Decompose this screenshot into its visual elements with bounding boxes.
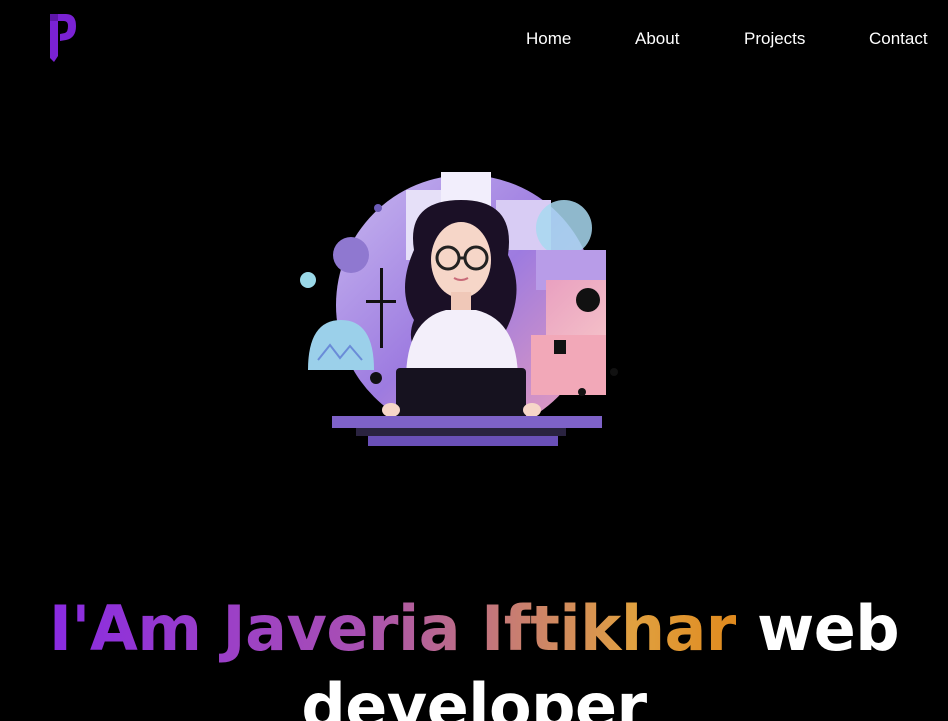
main-nav: Home About Projects Contact [0,28,948,52]
woman-with-laptop-illustration-icon [300,172,618,446]
nav-link-contact[interactable]: Contact [869,28,928,50]
nav-link-about[interactable]: About [635,28,679,50]
hero-headline: I'Am Javeria Iftikhar web developer [0,590,948,721]
nav-link-projects[interactable]: Projects [744,28,805,50]
nav-link-home[interactable]: Home [526,28,571,50]
portfolio-page: Home About Projects Contact I'Am Javeria… [0,0,948,721]
hero-name: I'Am Javeria Iftikhar [48,591,737,665]
